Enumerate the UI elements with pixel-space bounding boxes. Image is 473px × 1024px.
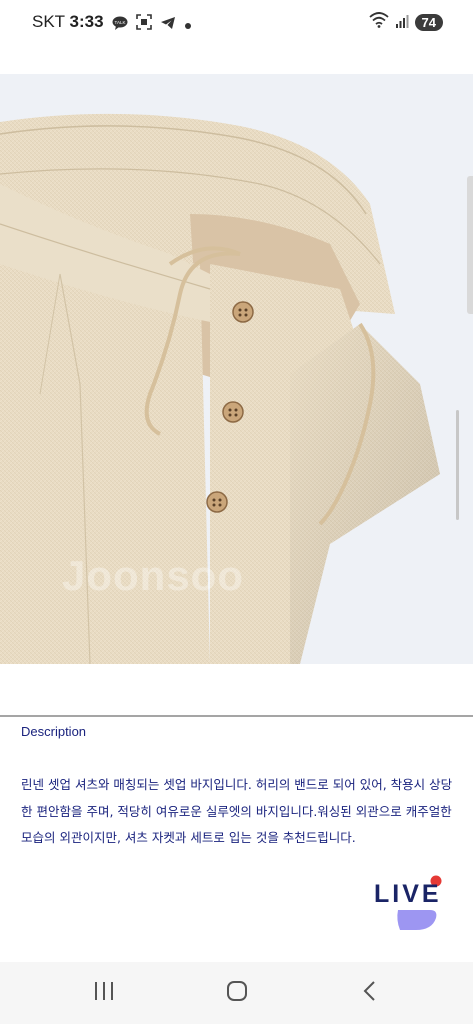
product-image[interactable]: Joonsoo [0,74,473,664]
image-watermark: Joonsoo [62,552,244,599]
home-button[interactable] [197,962,277,1024]
carrier-label: SKT [32,12,65,31]
live-label: LIVE [374,880,442,908]
description-body: 린넨 셋업 셔츠와 매칭되는 셋업 바지입니다. 허리의 밴드로 되어 있어, … [21,772,461,852]
scrollbar[interactable] [456,410,459,520]
screenshot-icon [136,14,152,34]
description-title: Description [21,724,87,739]
description-line: 모습의 외관이지만, 셔츠 자켓과 세트로 입는 것을 추천드립니다. [21,830,356,845]
recents-button[interactable] [64,962,144,1024]
section-divider [0,715,473,717]
wifi-icon [368,12,389,32]
home-icon [226,980,248,1006]
battery-icon: 74 [414,13,443,31]
back-button[interactable] [330,962,410,1024]
telegram-icon [160,15,176,34]
recents-icon [93,981,115,1005]
navigation-bar [0,962,473,1024]
live-button[interactable]: LIVE [370,872,448,934]
back-icon [362,980,378,1006]
clock: 3:33 [69,12,104,31]
carrier-time: SKT 3:33 [32,12,104,32]
talk-icon: TALK [112,15,128,34]
description-line: 한 편안함을 주며, 적당히 여유로운 실루엣의 바지입니다.워싱된 외관으로 … [21,803,452,819]
side-scroll-handle[interactable] [467,176,473,314]
top-spacer [0,44,473,74]
description-line: 린넨 셋업 셔츠와 매칭되는 셋업 바지입니다. 허리의 밴드로 되어 있어, … [21,777,453,792]
dot-icon [184,15,192,34]
status-bar: SKT 3:33 TALK 74 [0,0,473,44]
signal-icon [395,13,409,32]
svg-text:TALK: TALK [115,20,126,25]
